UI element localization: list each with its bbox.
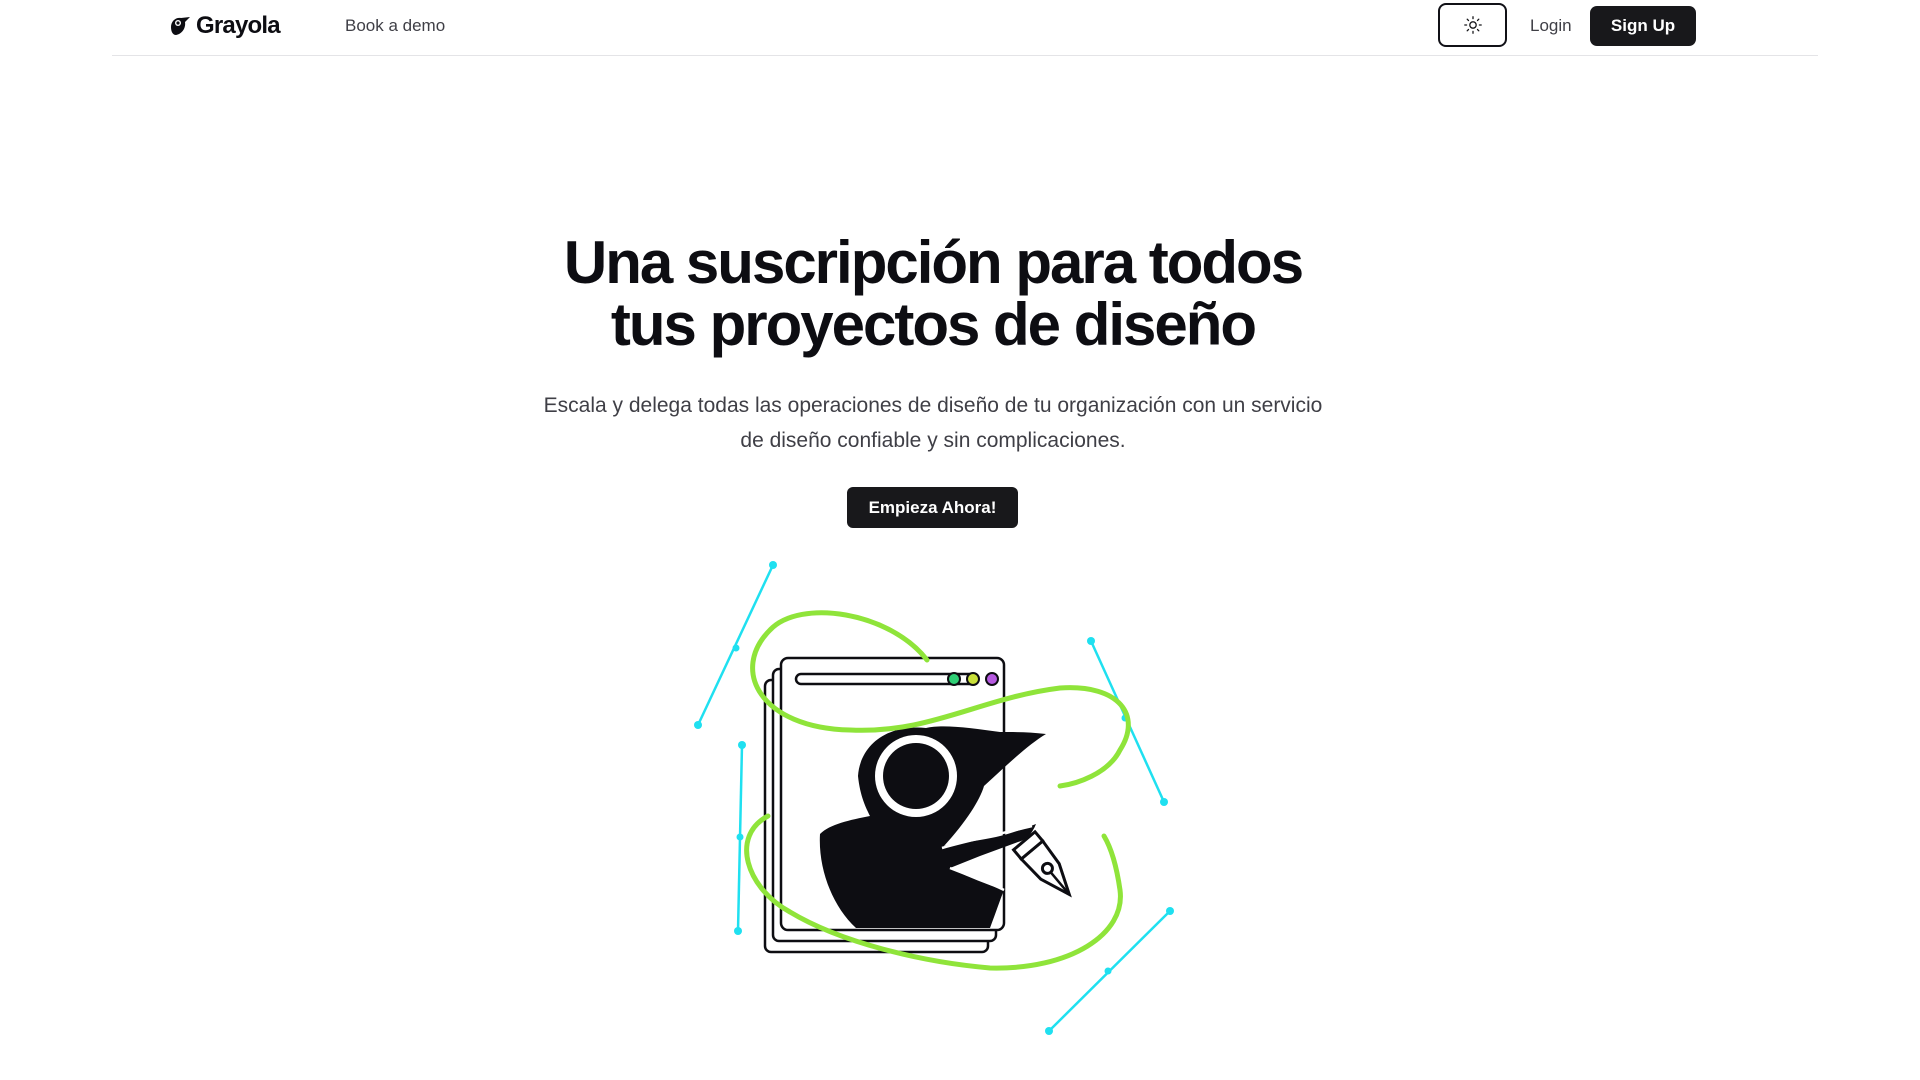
signup-button[interactable]: Sign Up — [1590, 6, 1696, 46]
theme-toggle-button[interactable] — [1438, 3, 1507, 47]
brand-logo[interactable]: Grayola — [168, 11, 281, 41]
sun-icon — [1463, 16, 1482, 34]
hero-title-line: tus proyectos de diseño — [610, 291, 1257, 358]
hero-subtitle-line: de diseño confiable y sin complicaciones… — [740, 429, 1126, 452]
window-dot-green — [947, 672, 961, 686]
pen-nib-icon — [1011, 829, 1072, 898]
bird-eye-inner-ring — [883, 743, 949, 809]
hero-title-line: Una suscripción para todos — [563, 229, 1304, 296]
book-demo-link[interactable]: Book a demo — [345, 16, 445, 36]
hero-subtitle: Escala y delega todas las operaciones de… — [433, 388, 1433, 458]
top-navbar: Grayola Book a demo Login Sign Up — [112, 0, 1818, 56]
bird-logo-icon — [171, 17, 190, 35]
hero-subtitle-line: Escala y delega todas las operaciones de… — [543, 394, 1323, 417]
landing-page: Grayola Book a demo Login Sign Up Una su… — [0, 0, 1920, 1080]
get-started-button[interactable]: Empieza Ahora! — [847, 487, 1018, 528]
window-dot-purple — [985, 672, 999, 686]
hero-title: Una suscripción para todos tus proyectos… — [0, 232, 1866, 356]
window-dot-yellow — [966, 672, 980, 686]
brand-name: Grayola — [196, 12, 281, 39]
login-link[interactable]: Login — [1530, 16, 1572, 36]
bird-designer-illustration — [694, 561, 1174, 1035]
